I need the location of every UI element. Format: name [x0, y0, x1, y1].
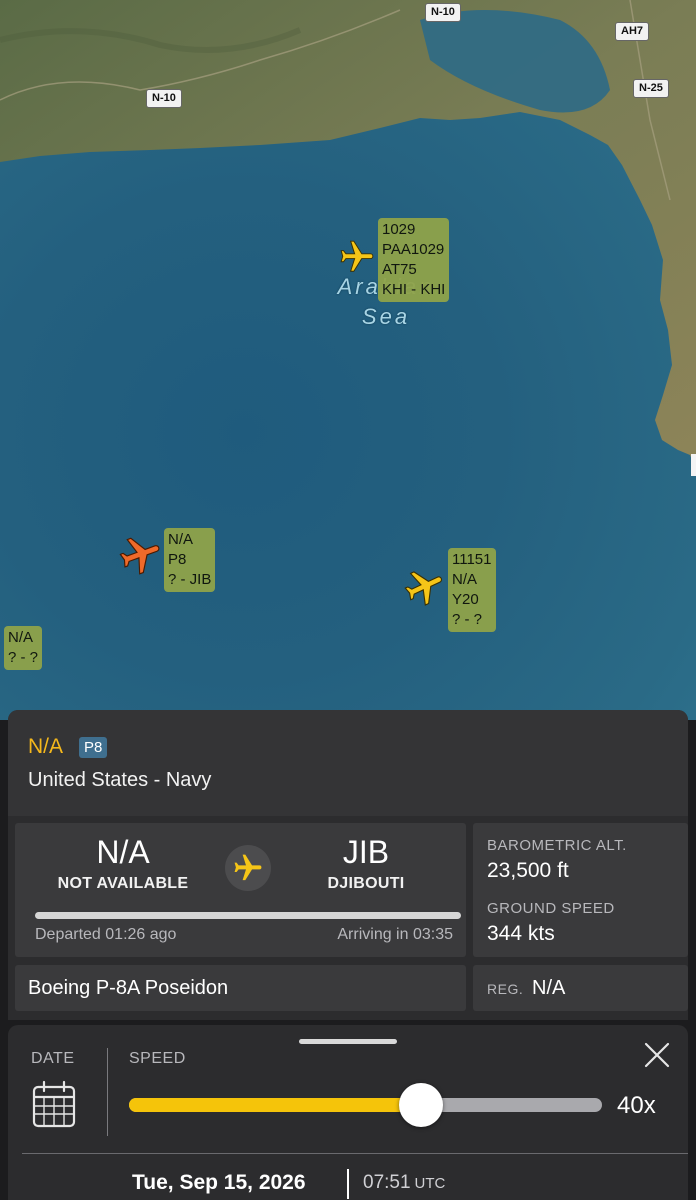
road-label-n10-west: N-10 — [146, 89, 182, 108]
timezone: UTC — [414, 1175, 446, 1192]
calendar-icon[interactable] — [31, 1080, 77, 1130]
close-icon[interactable] — [642, 1040, 672, 1070]
destination-name: DJIBOUTI — [327, 875, 405, 892]
tag-line: PAA1029 — [382, 241, 445, 258]
baro-alt-label: BAROMETRIC ALT. — [487, 837, 627, 854]
origin-name: NOT AVAILABLE — [57, 875, 189, 892]
plane-icon[interactable] — [403, 565, 447, 609]
selected-plane-icon[interactable] — [118, 532, 164, 578]
time-cursor — [347, 1169, 349, 1199]
plane-icon[interactable] — [338, 238, 376, 276]
tag-line: KHI - KHI — [382, 281, 446, 298]
speed-label: SPEED — [129, 1050, 186, 1067]
operator-name: United States - Navy — [28, 769, 212, 791]
tag-line: ? - ? — [8, 649, 39, 666]
sheet-divider — [22, 1153, 688, 1154]
tag-line: ? - ? — [452, 611, 483, 628]
flight-info-panel[interactable]: N/A P8 United States - Navy N/A NOT AVAI… — [8, 710, 688, 1020]
destination-code: JIB — [342, 834, 390, 870]
flight-map[interactable]: N-10 N-10 AH7 N-25 Arabian Sea 1029 PAA1… — [0, 0, 696, 720]
section-divider — [107, 1048, 108, 1136]
date-label: DATE — [31, 1050, 75, 1067]
road-label-n25: N-25 — [633, 79, 669, 98]
flight-tag-partial[interactable]: N/A ? - ? — [4, 626, 43, 670]
speed-slider[interactable] — [129, 1098, 602, 1112]
flight-header[interactable]: N/A P8 United States - Navy — [8, 710, 688, 816]
tag-line: N/A — [168, 531, 194, 548]
flight-tag-11151[interactable]: 11151 N/A Y20 ? - ? — [448, 548, 496, 632]
origin-code: N/A — [96, 834, 150, 870]
callsign: N/A — [28, 735, 64, 758]
road-label-ah7: AH7 — [615, 22, 650, 41]
playback-sheet[interactable]: DATE SPEED 40x Tue, Sep 15, 2026 07:51 UT… — [8, 1025, 688, 1200]
departed-time: Departed 01:26 ago — [35, 926, 177, 943]
flight-tag-1029[interactable]: 1029 PAA1029 AT75 KHI - KHI — [378, 218, 450, 302]
reg-label: REG. — [487, 981, 524, 997]
arrival-time: Arriving in 03:35 — [337, 926, 453, 943]
map-edge-marker — [691, 454, 696, 476]
sheet-grabber[interactable] — [299, 1039, 397, 1044]
road-label-n10-top: N-10 — [425, 3, 461, 22]
ground-speed-value: 344 kts — [487, 922, 555, 945]
aircraft-card[interactable]: Boeing P-8A Poseidon — [15, 965, 466, 1011]
route-card[interactable]: N/A NOT AVAILABLE JIB DJIBOUTI Departed … — [15, 823, 466, 957]
tag-line: N/A — [452, 571, 478, 588]
flight-tag-p8[interactable]: N/A P8 ? - JIB — [164, 528, 216, 592]
tag-line: P8 — [168, 551, 187, 568]
aircraft-name: Boeing P-8A Poseidon — [28, 977, 229, 999]
aircraft-type-badge: P8 — [79, 737, 108, 758]
flight-progress-bar — [35, 912, 461, 919]
speed-value: 40x — [617, 1092, 656, 1119]
baro-alt-value: 23,500 ft — [487, 859, 569, 882]
tag-line: Y20 — [452, 591, 479, 608]
ground-speed-label: GROUND SPEED — [487, 900, 615, 917]
time-text: 07:51 — [363, 1172, 411, 1193]
registration-card[interactable]: REG. N/A — [473, 965, 688, 1011]
tag-line: 11151 — [452, 551, 492, 568]
reg-value: N/A — [532, 977, 566, 999]
speed-slider-thumb[interactable] — [399, 1083, 443, 1127]
playback-date[interactable]: Tue, Sep 15, 2026 — [132, 1171, 306, 1195]
tag-line: N/A — [8, 629, 34, 646]
tag-line: 1029 — [382, 221, 416, 238]
playback-time[interactable]: 07:51 UTC — [363, 1172, 445, 1194]
stats-card[interactable]: BAROMETRIC ALT. 23,500 ft GROUND SPEED 3… — [473, 823, 688, 957]
tag-line: ? - JIB — [168, 571, 212, 588]
tag-line: AT75 — [382, 261, 417, 278]
sea-label-line2: Sea — [361, 304, 411, 329]
coastline-terrain — [0, 0, 696, 470]
speed-slider-fill — [129, 1098, 423, 1112]
